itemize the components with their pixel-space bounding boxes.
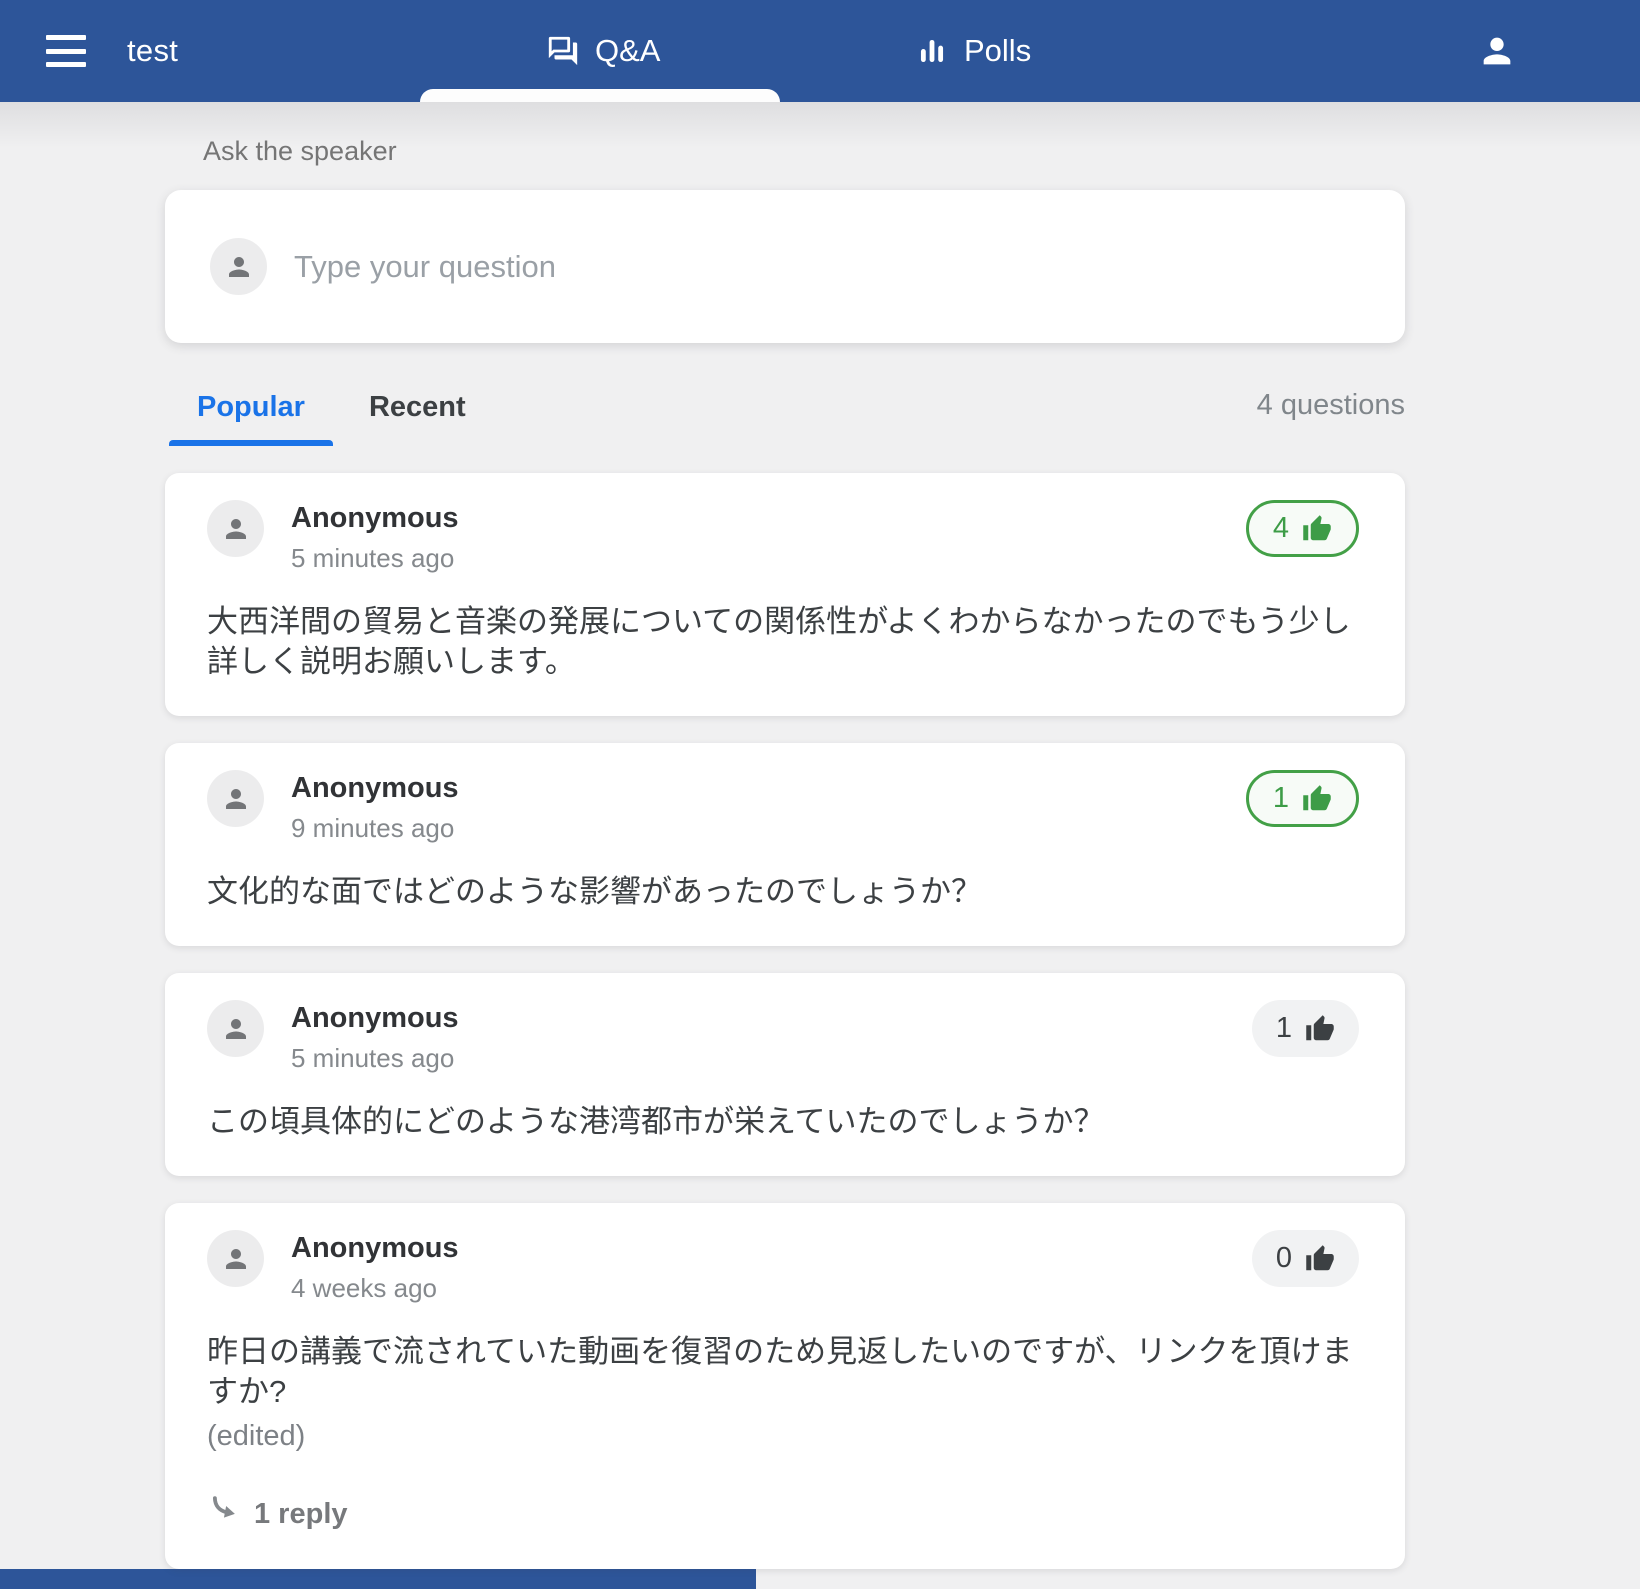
like-button[interactable]: 0 [1252,1230,1359,1287]
like-count: 0 [1276,1242,1292,1275]
question-header: Anonymous 4 weeks ago 0 [207,1230,1359,1304]
tab-popular[interactable]: Popular [165,357,337,446]
question-author: Anonymous [291,772,459,805]
question-timestamp: 4 weeks ago [291,1273,459,1304]
question-author: Anonymous [291,1232,459,1265]
tab-polls[interactable]: Polls [915,0,1031,102]
thumb-up-icon [1305,1244,1335,1274]
like-button[interactable]: 4 [1246,500,1359,557]
like-count: 1 [1273,782,1289,815]
active-tab-indicator [420,89,780,102]
question-card: Anonymous 4 weeks ago 0 昨日の講義で流されていた動画を復… [165,1203,1405,1569]
question-meta: Anonymous 5 minutes ago [291,500,459,574]
person-icon [221,1014,251,1044]
like-button[interactable]: 1 [1252,1000,1359,1057]
question-header: Anonymous 9 minutes ago 1 [207,770,1359,844]
reply-count-label: 1 reply [254,1498,348,1531]
hamburger-menu-icon[interactable] [46,33,86,69]
question-author: Anonymous [291,502,459,535]
tab-polls-label: Polls [964,33,1031,69]
polls-bar-chart-icon [915,34,949,68]
question-meta: Anonymous 4 weeks ago [291,1230,459,1304]
hamburger-bar [46,49,86,54]
tab-recent[interactable]: Recent [337,357,498,446]
like-count: 4 [1273,512,1289,545]
replies-toggle[interactable]: 1 reply [207,1494,348,1535]
question-card: Anonymous 9 minutes ago 1 文化的な面ではどのような影響… [165,743,1405,946]
question-text: 大西洋間の貿易と音楽の発展についての関係性がよくわからなかったのでもう少し詳しく… [207,602,1359,682]
tab-qa-label: Q&A [595,33,660,69]
avatar [207,500,264,557]
avatar [207,770,264,827]
thumb-up-icon [1305,1014,1335,1044]
question-count: 4 questions [1257,389,1405,446]
thumb-up-icon [1302,514,1332,544]
question-header: Anonymous 5 minutes ago 1 [207,1000,1359,1074]
question-meta: Anonymous 5 minutes ago [291,1000,459,1074]
app-header: test Q&A Polls [0,0,1640,102]
question-meta: Anonymous 9 minutes ago [291,770,459,844]
reply-arrow-icon [207,1494,240,1535]
thumb-up-icon [1302,784,1332,814]
question-timestamp: 9 minutes ago [291,813,459,844]
edited-label: (edited) [207,1416,1359,1456]
question-input[interactable] [294,249,1360,285]
question-card: Anonymous 5 minutes ago 1 この頃具体的にどのような港湾… [165,973,1405,1176]
avatar [210,238,267,295]
avatar [207,1000,264,1057]
question-text: 文化的な面ではどのような影響があったのでしょうか？ [207,872,1359,912]
hamburger-bar [46,62,86,67]
person-icon [221,784,251,814]
like-count: 1 [1276,1012,1292,1045]
event-title: test [127,0,178,102]
question-timestamp: 5 minutes ago [291,543,459,574]
person-icon [224,252,254,282]
question-text: この頃具体的にどのような港湾都市が栄えていたのでしょうか？ [207,1102,1359,1142]
ask-question-card [165,190,1405,343]
qa-page: Ask the speaker Popular Recent 4 questio… [165,102,1405,1569]
person-icon [221,1244,251,1274]
ask-the-speaker-label: Ask the speaker [203,102,1405,167]
question-author: Anonymous [291,1002,459,1035]
qa-chat-bubbles-icon [546,34,580,68]
question-header: Anonymous 5 minutes ago 4 [207,500,1359,574]
filter-row: Popular Recent 4 questions [165,357,1405,446]
question-timestamp: 5 minutes ago [291,1043,459,1074]
person-icon [221,514,251,544]
question-text: 昨日の講義で流されていた動画を復習のため見返したいのですが、リンクを頂けますか? [207,1332,1359,1412]
question-card: Anonymous 5 minutes ago 4 大西洋間の貿易と音楽の発展に… [165,473,1405,716]
like-button[interactable]: 1 [1246,770,1359,827]
avatar [207,1230,264,1287]
tab-qa[interactable]: Q&A [546,0,660,102]
person-icon[interactable] [1472,26,1522,76]
bottom-bar [0,1569,756,1589]
hamburger-bar [46,35,86,40]
